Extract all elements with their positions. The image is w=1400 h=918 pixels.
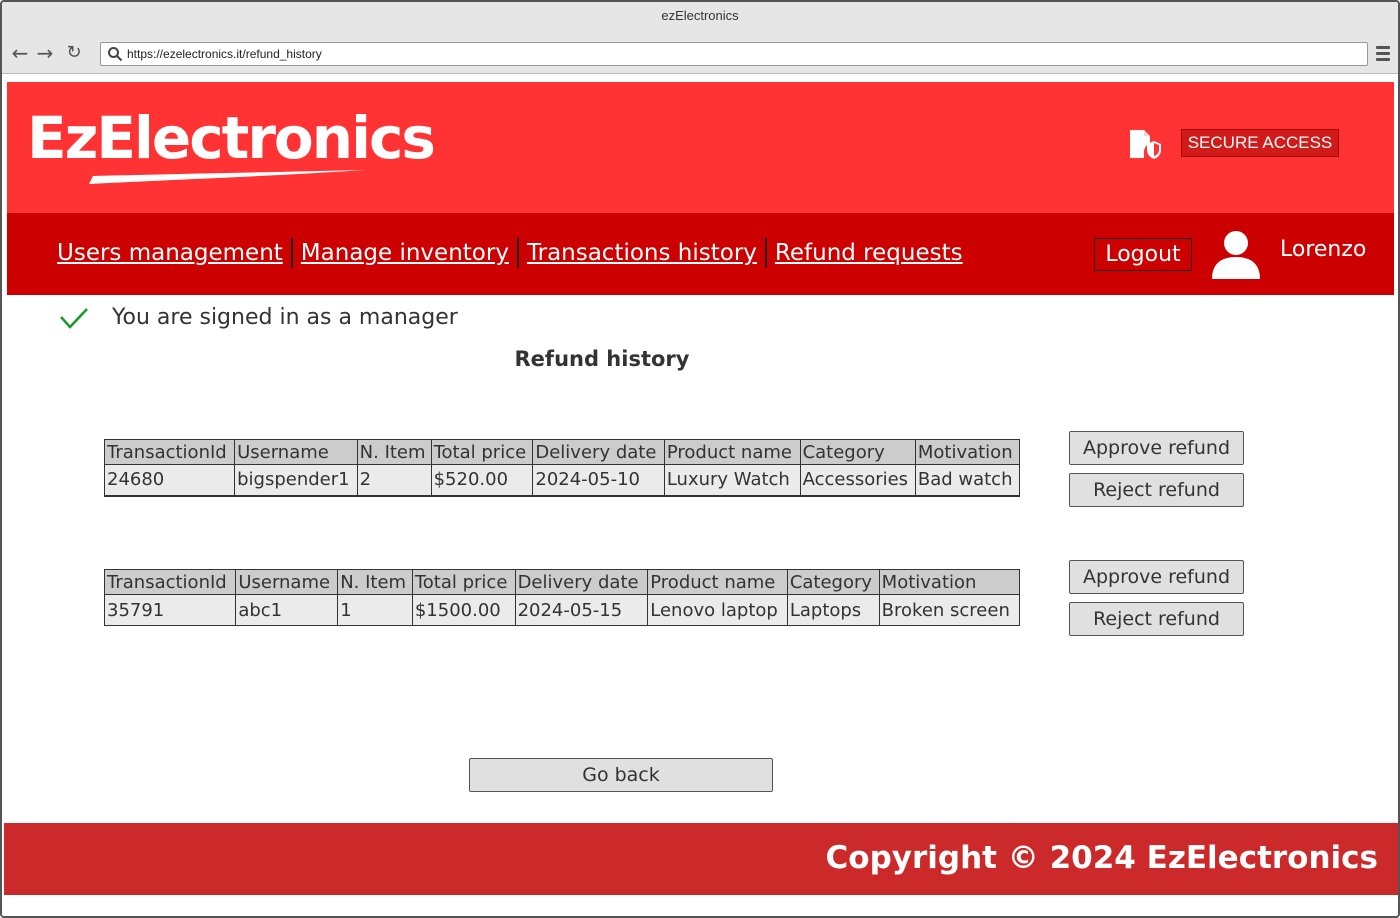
cell-transaction-id: 24680 [103, 464, 236, 497]
cell-category: Laptops [786, 594, 880, 626]
cell-total-price: $520.00 [430, 464, 534, 497]
cell-motivation: Bad watch [914, 464, 1021, 497]
column-header-n-item: N. Item [337, 569, 413, 595]
user-avatar-icon[interactable] [1210, 229, 1262, 279]
cell-motivation: Broken screen [878, 594, 1021, 626]
approve-refund-button[interactable]: Approve refund [1069, 431, 1244, 465]
nav-link-users-management[interactable]: Users management [57, 240, 283, 266]
cell-username: abc1 [235, 594, 339, 626]
approve-refund-button[interactable]: Approve refund [1069, 560, 1244, 594]
main-navbar: Users management Manage inventory Transa… [7, 213, 1394, 295]
browser-window: ezElectronics ← → ↻ https://ezelectronic… [0, 0, 1400, 918]
table-row: 35791 abc1 1 $1500.00 2024-05-15 Lenovo … [103, 594, 1021, 626]
column-header-total-price: Total price [430, 439, 534, 465]
cell-product-name: Lenovo laptop [647, 594, 788, 626]
column-header-motivation: Motivation [914, 439, 1021, 465]
reject-refund-button[interactable]: Reject refund [1069, 602, 1244, 636]
back-arrow-icon[interactable]: ← [10, 43, 30, 63]
nav-links: Users management Manage inventory Transa… [57, 237, 963, 269]
cell-n-item: 1 [337, 594, 413, 626]
search-icon [108, 47, 123, 62]
reload-icon[interactable]: ↻ [64, 43, 84, 63]
table-header-row: TransactionId Username N. Item Total pri… [103, 439, 1021, 465]
nav-link-transactions-history[interactable]: Transactions history [527, 240, 757, 266]
cell-category: Accessories [799, 464, 916, 497]
reject-refund-button[interactable]: Reject refund [1069, 473, 1244, 507]
column-header-product-name: Product name [663, 439, 801, 465]
secure-document-shield-icon [1130, 130, 1161, 159]
signed-in-text: You are signed in as a manager [112, 304, 458, 330]
column-header-category: Category [799, 439, 916, 465]
column-header-transaction-id: TransactionId [103, 569, 237, 595]
table-header-row: TransactionId Username N. Item Total pri… [103, 569, 1021, 595]
column-header-n-item: N. Item [356, 439, 432, 465]
nav-separator [764, 238, 767, 268]
signed-in-status: You are signed in as a manager [58, 301, 458, 333]
url-text: https://ezelectronics.it/refund_history [127, 47, 322, 61]
column-header-category: Category [786, 569, 880, 595]
nav-link-manage-inventory[interactable]: Manage inventory [301, 240, 509, 266]
cell-delivery-date: 2024-05-15 [514, 594, 649, 626]
refund-table: TransactionId Username N. Item Total pri… [103, 439, 1021, 497]
nav-separator [290, 238, 293, 268]
column-header-transaction-id: TransactionId [103, 439, 236, 465]
copyright-text: Copyright © 2024 EzElectronics [825, 840, 1378, 876]
column-header-delivery-date: Delivery date [514, 569, 649, 595]
username-label: Lorenzo [1280, 237, 1367, 262]
column-header-product-name: Product name [647, 569, 788, 595]
hamburger-menu-icon[interactable] [1376, 46, 1390, 62]
site-footer: Copyright © 2024 EzElectronics [4, 823, 1398, 895]
nav-separator [516, 238, 519, 268]
cell-transaction-id: 35791 [103, 594, 237, 626]
site-header: EzElectronics SECURE ACCESS [7, 82, 1394, 213]
column-header-username: Username [234, 439, 358, 465]
column-header-username: Username [235, 569, 339, 595]
secure-access-badge: SECURE ACCESS [1181, 129, 1339, 157]
page-title: Refund history [514, 347, 690, 371]
cell-product-name: Luxury Watch [663, 464, 801, 497]
cell-n-item: 2 [356, 464, 432, 497]
column-header-total-price: Total price [411, 569, 516, 595]
checkmark-icon [60, 308, 88, 329]
go-back-button[interactable]: Go back [469, 758, 773, 792]
cell-username: bigspender1 [234, 464, 358, 497]
logout-button[interactable]: Logout [1094, 238, 1192, 271]
logo-swoosh [89, 170, 365, 184]
forward-arrow-icon[interactable]: → [35, 43, 55, 63]
cell-delivery-date: 2024-05-10 [532, 464, 665, 497]
nav-link-refund-requests[interactable]: Refund requests [775, 240, 963, 266]
window-titlebar: ezElectronics [2, 2, 1398, 34]
column-header-delivery-date: Delivery date [532, 439, 665, 465]
address-bar[interactable]: https://ezelectronics.it/refund_history [100, 42, 1368, 66]
browser-toolbar: ← → ↻ https://ezelectronics.it/refund_hi… [2, 34, 1398, 74]
refund-table: TransactionId Username N. Item Total pri… [103, 569, 1021, 626]
site-logo[interactable]: EzElectronics [27, 104, 436, 172]
table-row: 24680 bigspender1 2 $520.00 2024-05-10 L… [103, 464, 1021, 497]
column-header-motivation: Motivation [878, 569, 1021, 595]
cell-total-price: $1500.00 [411, 594, 516, 626]
window-title: ezElectronics [661, 8, 739, 23]
